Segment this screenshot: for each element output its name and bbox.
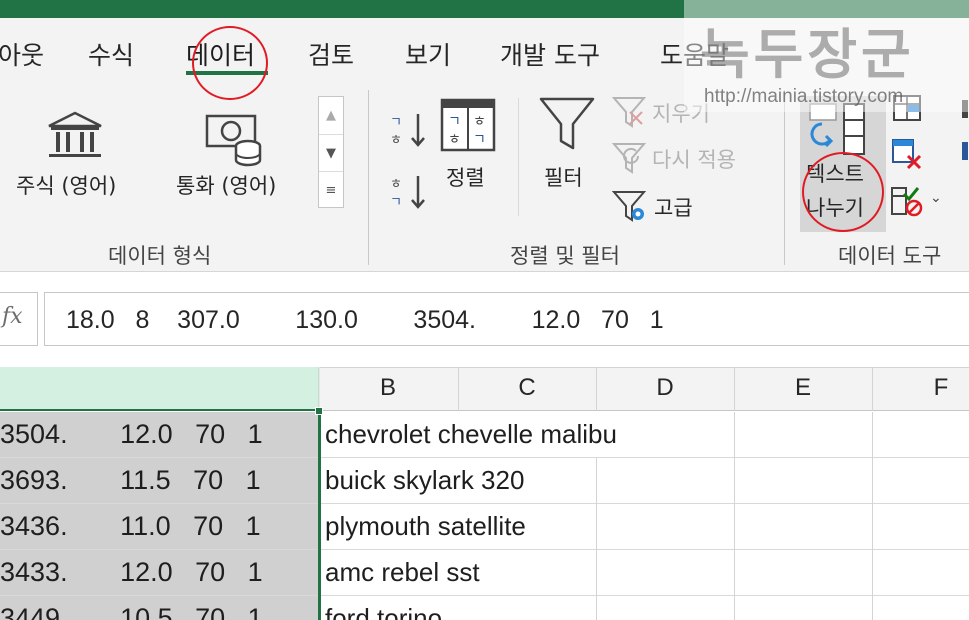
filter-button-label[interactable]: 필터	[544, 162, 583, 192]
more-tools-edge	[962, 96, 969, 216]
currencies-button-label[interactable]: 통화 (영어)	[176, 170, 276, 200]
formula-value: 18.0 8 307.0 130.0 3504. 12.0 70 1	[66, 306, 664, 334]
svg-text:ㄱ: ㄱ	[390, 115, 402, 130]
cell-b-value[interactable]: buick skylark 320	[325, 465, 524, 496]
cell-b-value[interactable]: chevrolet chevelle malibu	[325, 419, 617, 450]
cell-a-value: 3693. 11.5 70 1	[0, 465, 261, 495]
advanced-filter-icon[interactable]	[612, 190, 648, 222]
reapply-button-label: 다시 적용	[652, 148, 736, 172]
sort-descending-icon[interactable]: ㅎ ㄱ	[388, 172, 428, 212]
svg-text:ㅎ: ㅎ	[448, 132, 461, 148]
svg-text:ㄱ: ㄱ	[390, 195, 402, 210]
column-header-d[interactable]: D	[596, 374, 734, 402]
cell-b-value[interactable]: plymouth satellite	[325, 511, 526, 542]
group-divider	[368, 90, 369, 265]
svg-text:ㅎ: ㅎ	[390, 177, 402, 192]
sort-ascending-icon[interactable]: ㄱ ㅎ	[388, 110, 428, 150]
fill-handle[interactable]	[315, 407, 323, 415]
sort-button-label[interactable]: 정렬	[446, 162, 485, 192]
gridline	[734, 412, 735, 620]
watermark-title: 녹두장군	[700, 22, 915, 86]
tab-review[interactable]: 검토	[308, 36, 354, 72]
cell-a-value: 3449. 10.5 70 1	[0, 603, 263, 620]
fx-icon[interactable]: fx	[2, 304, 23, 329]
cell-a-value: 3436. 11.0 70 1	[0, 511, 261, 541]
group-divider	[784, 90, 785, 265]
svg-text:ㅎ: ㅎ	[390, 133, 402, 148]
remove-duplicates-icon[interactable]	[890, 136, 924, 170]
inner-divider	[518, 98, 519, 216]
chevron-down-icon[interactable]: ⌄	[930, 190, 942, 206]
cell-a-value: 3433. 12.0 70 1	[0, 557, 263, 587]
table-row: 3504. 12.0 70 1 chevrolet chevelle malib…	[0, 412, 969, 458]
svg-text:ㄱ: ㄱ	[473, 132, 486, 148]
table-row: 3436. 11.0 70 1 plymouth satellite	[0, 504, 969, 550]
reapply-filter-icon	[612, 143, 646, 174]
group-label-sort-filter: 정렬 및 필터	[510, 244, 620, 268]
advanced-button-label[interactable]: 고급	[654, 192, 693, 222]
chevron-down-icon[interactable]: ▼	[319, 134, 343, 171]
column-header-b[interactable]: B	[318, 374, 458, 402]
tab-formulas[interactable]: 수식	[88, 36, 134, 72]
annotation-circle-data-tab	[192, 26, 268, 100]
cell-a-value: 3504. 12.0 70 1	[0, 419, 263, 449]
currencies-icon[interactable]	[204, 112, 266, 168]
svg-text:ㅎ: ㅎ	[473, 114, 486, 130]
cell-b-value[interactable]: ford torino	[325, 603, 442, 620]
tab-page-layout[interactable]: 아웃	[0, 36, 44, 72]
table-row: 3449. 10.5 70 1 ford torino	[0, 596, 969, 620]
group-label-data-tools: 데이터 도구	[838, 244, 942, 268]
chevron-up-icon[interactable]: ▲	[319, 97, 343, 134]
tab-developer[interactable]: 개발 도구	[500, 36, 600, 72]
selection-border	[318, 410, 321, 620]
clear-filter-icon	[612, 97, 646, 128]
gallery-expand-icon[interactable]: ≡	[319, 171, 343, 208]
table-row: 3433. 12.0 70 1 amc rebel sst	[0, 550, 969, 596]
column-header-c[interactable]: C	[458, 374, 596, 402]
table-row: 3693. 11.5 70 1 buick skylark 320	[0, 458, 969, 504]
tab-view[interactable]: 보기	[405, 36, 451, 72]
group-label-data-types: 데이터 형식	[108, 244, 212, 268]
cell-b-value[interactable]: amc rebel sst	[325, 557, 480, 588]
data-validation-icon[interactable]	[890, 184, 926, 218]
gridline	[596, 458, 597, 620]
column-header-a[interactable]	[0, 367, 320, 411]
stocks-icon[interactable]	[44, 110, 106, 162]
filter-funnel-icon[interactable]	[538, 96, 596, 154]
column-header-e[interactable]: E	[734, 374, 872, 402]
data-type-gallery-scroller: ▲ ▼ ≡	[318, 96, 344, 208]
annotation-circle-text-to-columns	[802, 152, 884, 232]
watermark-url: http://mainia.tistory.com	[704, 86, 904, 107]
sort-dialog-icon[interactable]: ㄱ ㅎ ㅎ ㄱ	[440, 98, 496, 152]
gridline	[872, 412, 873, 620]
column-header-f[interactable]: F	[872, 374, 969, 402]
svg-text:ㄱ: ㄱ	[448, 114, 461, 130]
stocks-button-label[interactable]: 주식 (영어)	[16, 170, 116, 200]
